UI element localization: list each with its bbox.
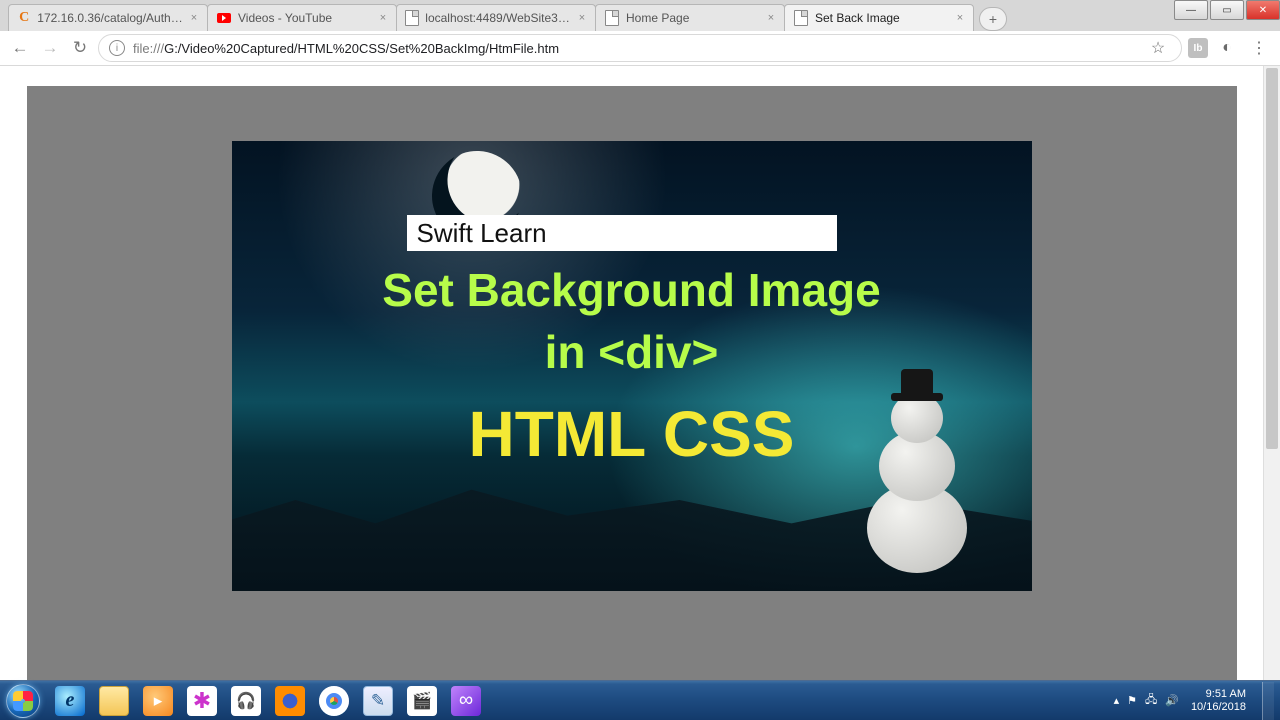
extension-abp-icon[interactable]: ◐: [1214, 35, 1240, 61]
chrome-icon: [319, 686, 349, 716]
show-desktop-button[interactable]: [1262, 682, 1274, 720]
firefox-icon: [275, 686, 305, 716]
vertical-scrollbar[interactable]: [1263, 66, 1280, 680]
tab-title: Videos - YouTube: [238, 11, 332, 25]
tab-4-active[interactable]: Set Back Image ×: [784, 4, 974, 31]
tab-1[interactable]: Videos - YouTube ×: [207, 4, 397, 31]
file-explorer-icon: [99, 686, 129, 716]
favicon-page-icon: [405, 10, 419, 26]
windows-movie-maker-icon: [407, 686, 437, 716]
minimize-button[interactable]: —: [1174, 0, 1208, 20]
taskbar-item-firefox[interactable]: [268, 682, 312, 720]
audacity-icon: [231, 686, 261, 716]
favicon-c-icon: C: [17, 10, 31, 26]
headline-line2: in <div>: [232, 325, 1032, 379]
tab-close-icon[interactable]: ×: [575, 11, 589, 25]
tab-3[interactable]: Home Page ×: [595, 4, 785, 31]
system-tray: ▴ ⚑ 🖧 🔊 9:51 AM 10/16/2018: [1104, 681, 1280, 720]
browser-menu-icon[interactable]: ⋮: [1246, 35, 1272, 61]
bookmark-star-icon[interactable]: ☆: [1145, 35, 1171, 61]
tab-close-icon[interactable]: ×: [187, 11, 201, 25]
tab-title: localhost:4489/WebSite3/Chart: [425, 11, 573, 25]
address-bar[interactable]: i file:/// G:/Video%20Captured/HTML%20CS…: [98, 34, 1182, 62]
tray-clock[interactable]: 9:51 AM 10/16/2018: [1191, 688, 1246, 714]
volume-icon[interactable]: 🔊: [1165, 694, 1179, 707]
scrollbar-thumb[interactable]: [1266, 68, 1278, 449]
taskbar-item-audacity[interactable]: [224, 682, 268, 720]
tab-0[interactable]: C 172.16.0.36/catalog/Authorise/l ×: [8, 4, 208, 31]
windows-logo-icon: [6, 684, 40, 718]
favicon-youtube-icon: [216, 10, 232, 26]
action-center-icon[interactable]: ⚑: [1127, 694, 1137, 707]
url-protocol: file:///: [133, 41, 164, 56]
browser-toolbar: ← → ↻ i file:/// G:/Video%20Captured/HTM…: [0, 31, 1280, 66]
tab-title: Home Page: [626, 11, 689, 25]
taskbar-item-windows-movie-maker[interactable]: [400, 682, 444, 720]
close-button[interactable]: ✕: [1246, 0, 1280, 20]
tray-time: 9:51 AM: [1191, 688, 1246, 701]
network-icon[interactable]: 🖧: [1145, 691, 1157, 710]
tab-2[interactable]: localhost:4489/WebSite3/Chart ×: [396, 4, 596, 31]
taskbar-item-chrome[interactable]: [312, 682, 356, 720]
site-info-icon[interactable]: i: [109, 40, 125, 56]
internet-explorer-icon: [55, 686, 85, 716]
tab-title: Set Back Image: [815, 11, 900, 25]
windows-taskbar: ▴ ⚑ 🖧 🔊 9:51 AM 10/16/2018: [0, 680, 1280, 720]
taskbar-items: [48, 682, 488, 720]
taskbar-item-app-spark[interactable]: [180, 682, 224, 720]
window-buttons: — ▭ ✕: [1172, 0, 1280, 20]
app-spark-icon: [187, 686, 217, 716]
start-button[interactable]: [0, 681, 46, 720]
tray-date: 10/16/2018: [1191, 701, 1246, 714]
back-button[interactable]: ←: [8, 36, 32, 60]
brand-label: Swift Learn: [407, 215, 837, 251]
maximize-button[interactable]: ▭: [1210, 0, 1244, 20]
taskbar-item-file-explorer[interactable]: [92, 682, 136, 720]
headline-line1: Set Background Image: [232, 263, 1032, 317]
url-text: G:/Video%20Captured/HTML%20CSS/Set%20Bac…: [164, 41, 559, 56]
taskbar-item-visual-studio[interactable]: [444, 682, 488, 720]
taskbar-item-notepad[interactable]: [356, 682, 400, 720]
page-viewport: Swift Learn Set Background Image in <div…: [0, 66, 1280, 680]
background-image-div: Swift Learn Set Background Image in <div…: [232, 141, 1032, 591]
favicon-page-icon: [604, 10, 620, 26]
tab-title: 172.16.0.36/catalog/Authorise/l: [37, 11, 185, 25]
taskbar-item-windows-media-player[interactable]: [136, 682, 180, 720]
notepad-icon: [363, 686, 393, 716]
windows-media-player-icon: [143, 686, 173, 716]
tray-overflow-icon[interactable]: ▴: [1114, 694, 1120, 707]
headline-line3: HTML CSS: [232, 397, 1032, 471]
favicon-page-icon: [793, 10, 809, 26]
reload-button[interactable]: ↻: [68, 36, 92, 60]
extension-ib-icon[interactable]: Ib: [1188, 38, 1208, 58]
taskbar-item-internet-explorer[interactable]: [48, 682, 92, 720]
page-body: Swift Learn Set Background Image in <div…: [27, 86, 1237, 680]
new-tab-button[interactable]: +: [979, 7, 1007, 31]
tab-strip: C 172.16.0.36/catalog/Authorise/l × Vide…: [0, 0, 1280, 31]
forward-button[interactable]: →: [38, 36, 62, 60]
tab-close-icon[interactable]: ×: [376, 11, 390, 25]
visual-studio-icon: [451, 686, 481, 716]
tab-close-icon[interactable]: ×: [953, 11, 967, 25]
tab-close-icon[interactable]: ×: [764, 11, 778, 25]
